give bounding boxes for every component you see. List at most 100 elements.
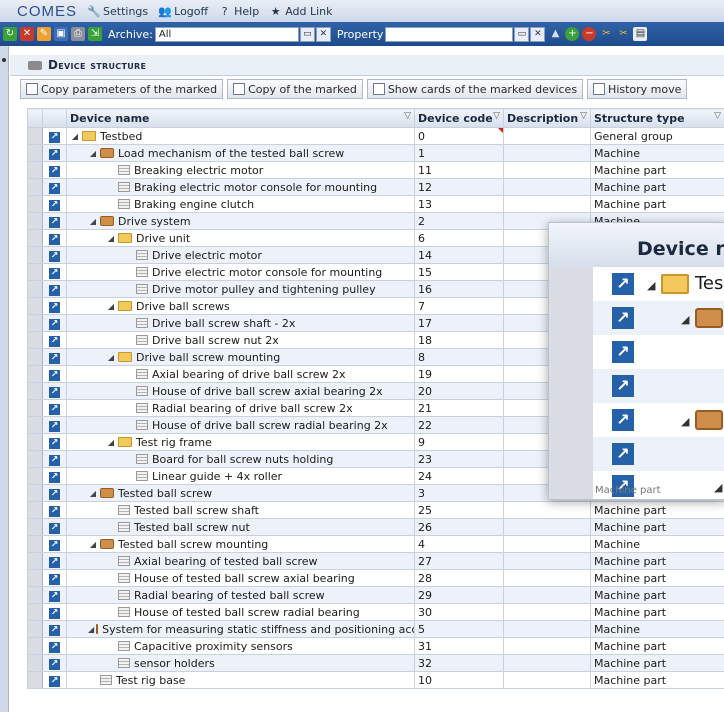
select-column-header[interactable]: [27, 108, 43, 128]
open-link-icon[interactable]: ↗: [49, 251, 60, 262]
structure-type-cell[interactable]: Machine part: [590, 552, 724, 570]
description-header[interactable]: Description ▽: [503, 108, 591, 128]
device-code-cell[interactable]: 25: [414, 501, 504, 519]
tree-node[interactable]: Capacitive proximity sensors: [70, 640, 411, 653]
history-move-button[interactable]: History move: [587, 79, 688, 99]
device-name-cell[interactable]: Radial bearing of tested ball screw: [66, 586, 415, 604]
device-name-header[interactable]: Device name ▽: [66, 108, 415, 128]
open-link-icon[interactable]: ↗: [49, 557, 60, 568]
open-link-icon[interactable]: ↗: [49, 336, 60, 347]
device-name-cell[interactable]: House of drive ball screw radial bearing…: [66, 416, 415, 434]
table-row[interactable]: ↗ Tested ball screw shaft 25 Machine part: [27, 501, 724, 519]
row-select-cell[interactable]: [27, 569, 43, 587]
open-link-icon[interactable]: ↗: [49, 472, 60, 483]
open-link-icon[interactable]: ↗: [49, 200, 60, 211]
tree-node[interactable]: Breaking electric motor: [70, 164, 411, 177]
expand-toggle-icon[interactable]: ◢: [106, 234, 116, 243]
device-name-cell[interactable]: Linear guide + 4x roller: [66, 467, 415, 485]
property-dropdown-button[interactable]: ▭: [514, 26, 530, 42]
tree-node[interactable]: ◢ Drive ball screws: [70, 300, 411, 313]
device-code-cell[interactable]: 5: [414, 620, 504, 638]
device-code-cell[interactable]: 9: [414, 433, 504, 451]
row-select-cell[interactable]: [27, 195, 43, 213]
structure-type-cell[interactable]: Machine: [590, 144, 724, 162]
structure-type-cell[interactable]: Machine part: [590, 518, 724, 536]
row-select-cell[interactable]: [27, 399, 43, 417]
open-link-icon[interactable]: ↗: [49, 132, 60, 143]
device-code-cell[interactable]: 7: [414, 297, 504, 315]
tree-node[interactable]: Drive ball screw shaft - 2x: [70, 317, 411, 330]
row-link-cell[interactable]: ↗: [42, 654, 67, 672]
tree-node[interactable]: ◢ Tested ball screw: [70, 487, 411, 500]
device-name-cell[interactable]: Breaking electric motor: [66, 161, 415, 179]
expand-toggle-icon[interactable]: ◢: [88, 149, 98, 158]
device-name-cell[interactable]: Drive electric motor: [66, 246, 415, 264]
device-code-cell[interactable]: 18: [414, 331, 504, 349]
row-link-cell[interactable]: ↗: [42, 399, 67, 417]
device-name-cell[interactable]: Tested ball screw shaft: [66, 501, 415, 519]
row-link-cell[interactable]: ↗: [42, 450, 67, 468]
open-link-icon[interactable]: ↗: [49, 506, 60, 517]
row-select-cell[interactable]: [27, 365, 43, 383]
row-select-cell[interactable]: [27, 518, 43, 536]
row-link-cell[interactable]: ↗: [42, 127, 67, 145]
row-select-cell[interactable]: [27, 178, 43, 196]
description-cell[interactable]: [503, 161, 591, 179]
row-link-cell[interactable]: ↗: [42, 314, 67, 332]
expand-toggle-icon[interactable]: ◢: [106, 438, 116, 447]
edit-icon[interactable]: ✎: [37, 27, 51, 41]
tree-node[interactable]: ◢ Load mechanism of the tested ball screw: [70, 147, 411, 160]
open-link-icon[interactable]: ↗: [49, 676, 60, 687]
row-select-cell[interactable]: [27, 654, 43, 672]
device-name-cell[interactable]: Tested ball screw nut: [66, 518, 415, 536]
structure-type-header[interactable]: Structure type ▽: [590, 108, 724, 128]
row-link-cell[interactable]: ↗: [42, 637, 67, 655]
structure-type-cell[interactable]: Machine part: [590, 195, 724, 213]
row-select-cell[interactable]: [27, 161, 43, 179]
structure-type-cell[interactable]: Machine part: [590, 161, 724, 179]
device-name-cell[interactable]: Drive motor pulley and tightening pulley: [66, 280, 415, 298]
device-code-cell[interactable]: 32: [414, 654, 504, 672]
device-name-cell[interactable]: Axial bearing of tested ball screw: [66, 552, 415, 570]
row-link-cell[interactable]: ↗: [42, 297, 67, 315]
table-row[interactable]: ↗ Braking electric motor console for moun…: [27, 178, 724, 196]
description-cell[interactable]: [503, 144, 591, 162]
property-clear-button[interactable]: ✕: [530, 26, 546, 42]
open-link-icon[interactable]: ↗: [49, 608, 60, 619]
description-cell[interactable]: [503, 535, 591, 553]
expand-toggle-icon[interactable]: ◢: [106, 302, 116, 311]
tree-node[interactable]: House of drive ball screw axial bearing …: [70, 385, 411, 398]
description-cell[interactable]: [503, 178, 591, 196]
device-code-cell[interactable]: 19: [414, 365, 504, 383]
device-name-cell[interactable]: ◢ Load mechanism of the tested ball screw: [66, 144, 415, 162]
tree-node[interactable]: Drive ball screw nut 2x: [70, 334, 411, 347]
structure-type-cell[interactable]: Machine: [590, 620, 724, 638]
export-icon[interactable]: ⇲: [88, 27, 102, 41]
device-name-cell[interactable]: Test rig base: [66, 671, 415, 689]
description-cell[interactable]: [503, 552, 591, 570]
open-link-icon[interactable]: ↗: [49, 149, 60, 160]
table-row[interactable]: ↗ Axial bearing of tested ball screw 27 Mac…: [27, 552, 724, 570]
row-link-cell[interactable]: ↗: [42, 229, 67, 247]
expand-toggle-icon[interactable]: ◢: [88, 625, 94, 634]
table-row[interactable]: ↗ Breaking electric motor 11 Machine part: [27, 161, 724, 179]
row-link-cell[interactable]: ↗: [42, 603, 67, 621]
tree-node[interactable]: ◢ System for measuring static stiffness a…: [70, 623, 414, 636]
row-link-cell[interactable]: ↗: [42, 382, 67, 400]
row-select-cell[interactable]: [27, 467, 43, 485]
row-select-cell[interactable]: [27, 637, 43, 655]
device-code-cell[interactable]: 29: [414, 586, 504, 604]
row-link-cell[interactable]: ↗: [42, 569, 67, 587]
tree-node[interactable]: Axial bearing of tested ball screw: [70, 555, 411, 568]
device-name-cell[interactable]: ◢ Drive system: [66, 212, 415, 230]
tree-node[interactable]: Axial bearing of drive ball screw 2x: [70, 368, 411, 381]
paste-icon[interactable]: ▤: [633, 27, 648, 41]
structure-type-cell[interactable]: Machine part: [590, 501, 724, 519]
device-code-cell[interactable]: 31: [414, 637, 504, 655]
table-row[interactable]: ↗ ◢ Load mechanism of the tested ball scre…: [27, 144, 724, 162]
table-row[interactable]: ↗ Capacitive proximity sensors 31 Machine p…: [27, 637, 724, 655]
device-name-cell[interactable]: Board for ball screw nuts holding: [66, 450, 415, 468]
open-link-icon[interactable]: ↗: [49, 625, 60, 636]
filter-icon[interactable]: ▽: [404, 111, 411, 121]
device-code-cell[interactable]: 24: [414, 467, 504, 485]
